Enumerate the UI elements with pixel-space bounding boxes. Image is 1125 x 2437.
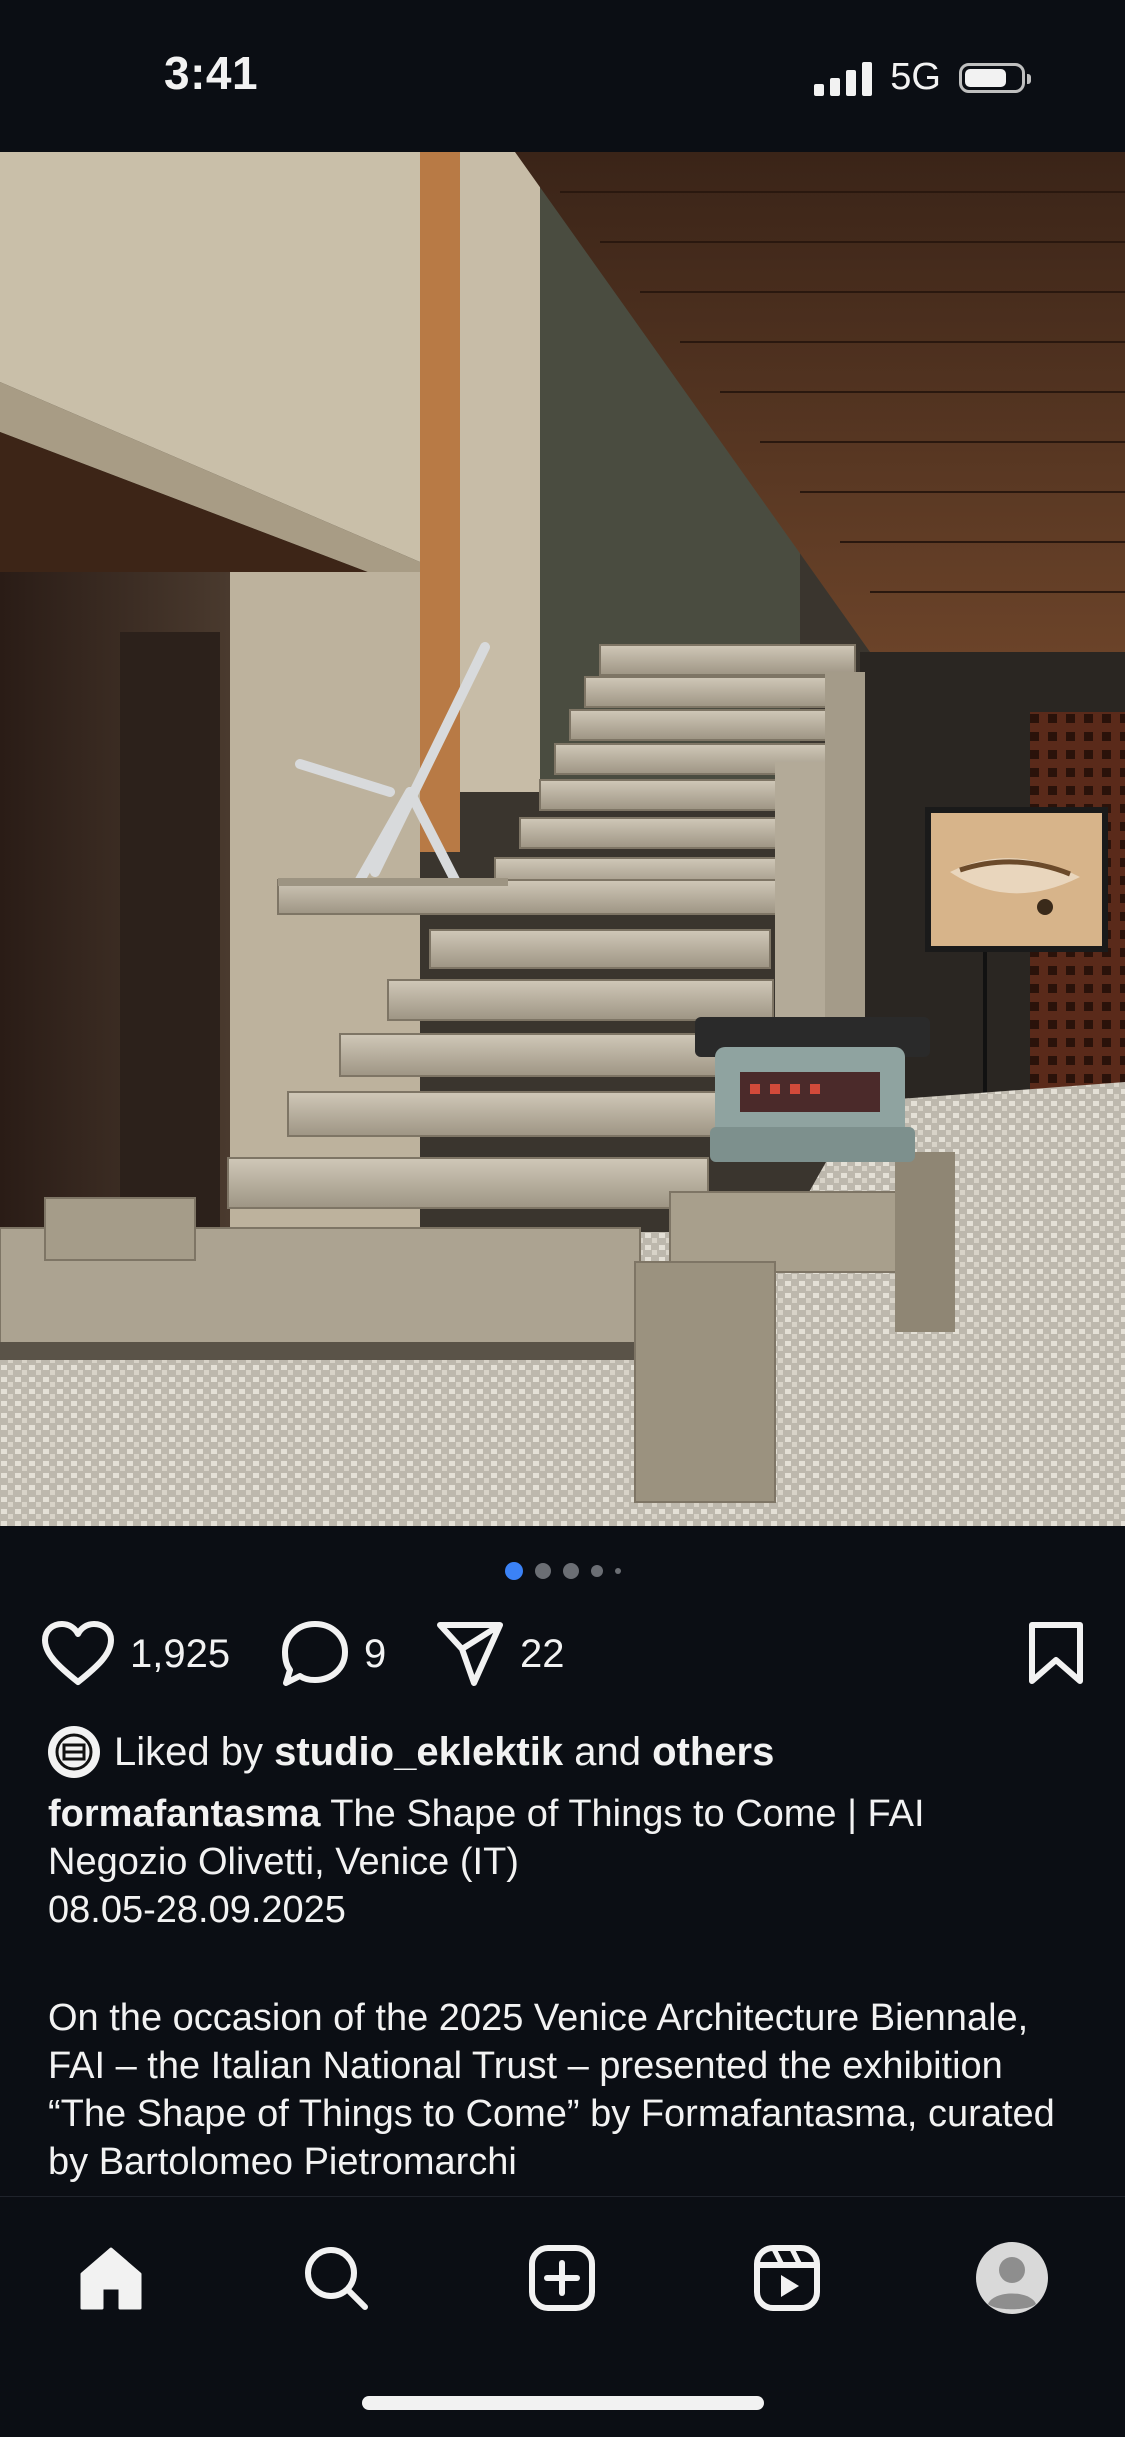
search-icon: [305, 2247, 368, 2310]
post-image[interactable]: [0, 152, 1125, 1526]
caption-line-3: 08.05-28.09.2025: [48, 1889, 346, 1931]
caption-line-1: The Shape of Things to Come | FAI: [320, 1793, 925, 1835]
carousel-dot: [534, 1563, 551, 1579]
signal-icon: [814, 60, 873, 96]
battery-icon: [959, 62, 1031, 93]
profile-avatar-icon: [976, 2242, 1048, 2314]
nav-profile[interactable]: [967, 2233, 1057, 2323]
network-type: 5G: [890, 56, 941, 98]
liked-by[interactable]: Liked by studio_eklektik and others: [48, 1726, 774, 1778]
caption-line-2: Negozio Olivetti, Venice (IT): [48, 1841, 519, 1883]
post-caption: formafantasma The Shape of Things to Com…: [48, 1790, 1088, 2186]
home-indicator[interactable]: [362, 2396, 764, 2410]
carousel-dot: [590, 1565, 603, 1577]
liked-by-prefix: Liked by: [114, 1729, 263, 1774]
reels-icon: [754, 2245, 820, 2311]
studio-logo-icon: [55, 1733, 93, 1771]
liked-by-others[interactable]: others: [652, 1730, 774, 1775]
nav-create[interactable]: [517, 2233, 607, 2323]
caption-username[interactable]: formafantasma: [48, 1793, 320, 1835]
comment-count: 9: [364, 1631, 387, 1676]
comment-button[interactable]: 9: [280, 1616, 386, 1692]
save-button[interactable]: [1027, 1620, 1085, 1691]
like-count: 1,925: [130, 1631, 231, 1676]
comment-icon: [282, 1621, 348, 1686]
caption-paragraph: On the occasion of the 2025 Venice Archi…: [48, 1997, 1055, 2183]
liked-by-connector: and: [574, 1729, 641, 1774]
status-bar: 3:41 5G: [0, 0, 1125, 152]
avatar[interactable]: [48, 1726, 100, 1778]
bookmark-icon: [1029, 1622, 1083, 1684]
post-photo: [0, 152, 1125, 1526]
status-time: 3:41: [164, 47, 259, 99]
share-button[interactable]: 22: [434, 1616, 565, 1692]
post-actions: 1,925 9 22: [40, 1616, 1085, 1696]
carousel-dot: [562, 1563, 579, 1579]
carousel-dot: [614, 1568, 621, 1574]
carousel-dot: [504, 1562, 523, 1580]
like-button[interactable]: 1,925: [40, 1616, 230, 1692]
status-indicators: 5G: [814, 56, 1031, 99]
liked-by-user[interactable]: studio_eklektik: [274, 1730, 563, 1775]
carousel-indicator[interactable]: [0, 1562, 1125, 1580]
nav-home[interactable]: [66, 2233, 156, 2323]
share-icon: [437, 1622, 503, 1686]
nav-reels[interactable]: [742, 2233, 832, 2323]
home-icon: [80, 2247, 142, 2310]
create-icon: [529, 2245, 595, 2311]
share-count: 22: [520, 1631, 565, 1676]
heart-icon: [42, 1621, 114, 1685]
nav-search[interactable]: [291, 2233, 381, 2323]
